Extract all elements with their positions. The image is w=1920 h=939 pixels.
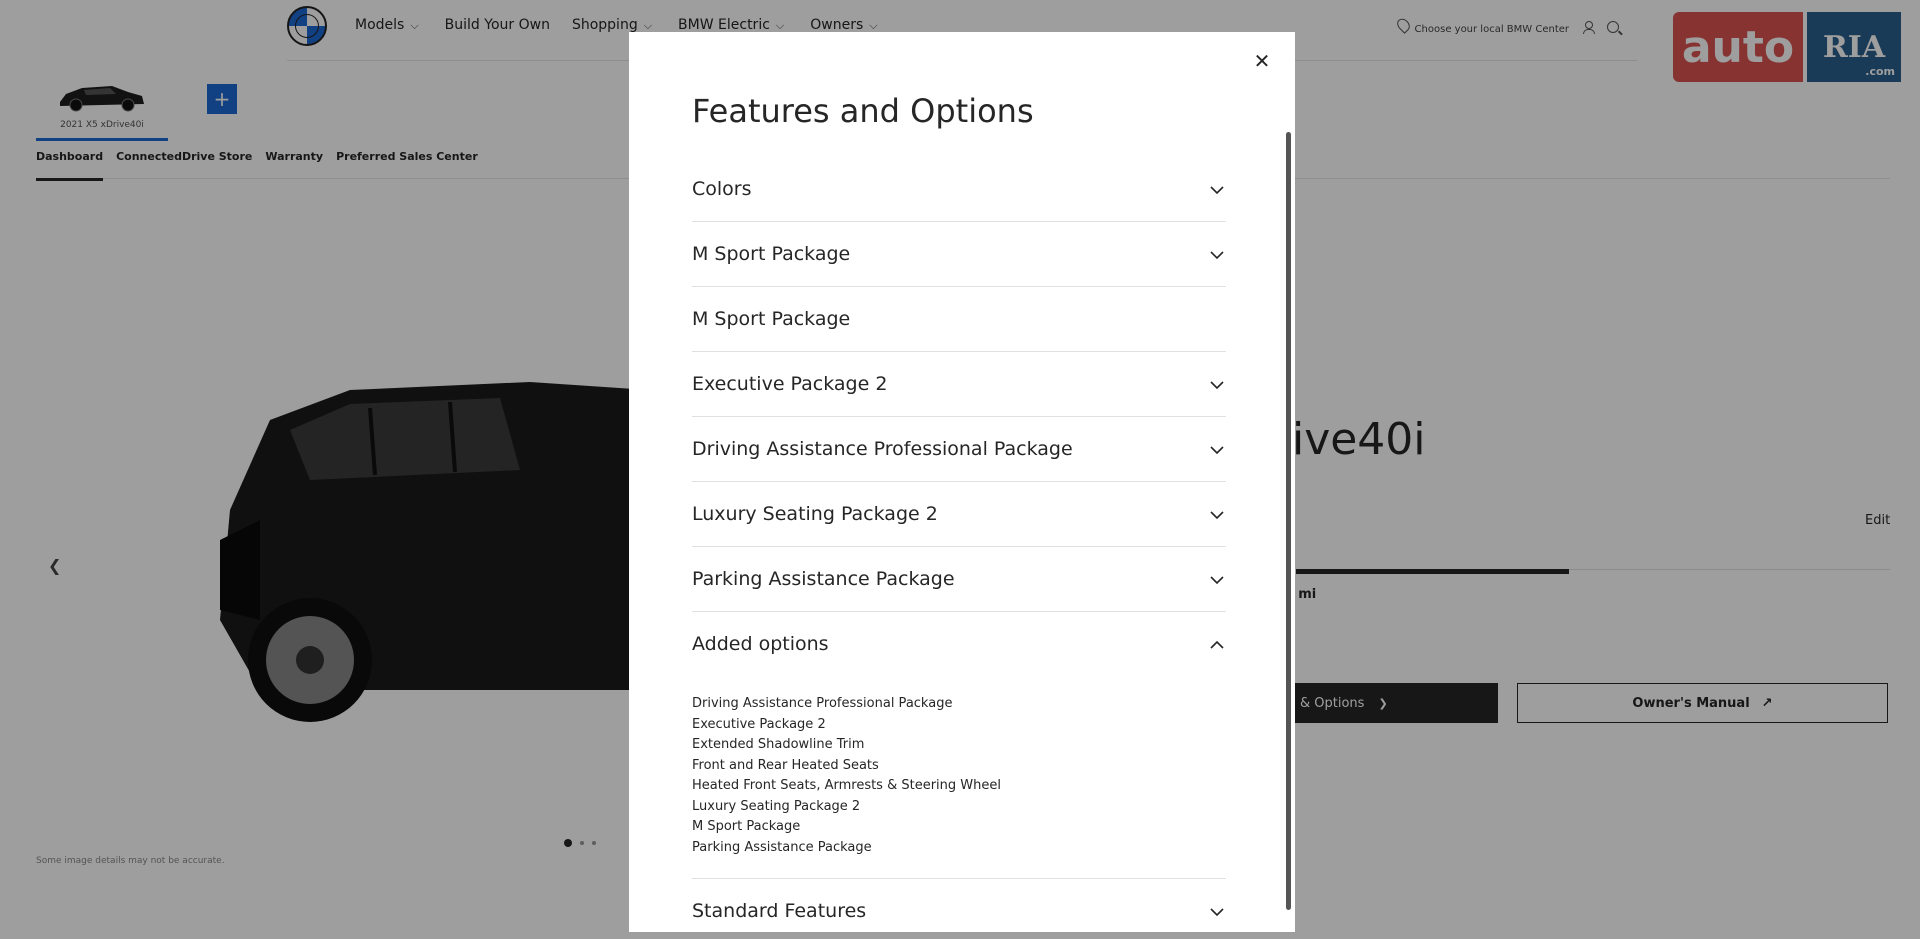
list-item: Parking Assistance Package: [692, 839, 872, 855]
list-item: Heated Front Seats, Armrests & Steering …: [692, 778, 1001, 793]
features-options-modal: ✕ Features and Options Colors M Sport Pa…: [629, 32, 1295, 932]
accordion-m-sport-package-plain: M Sport Package: [692, 287, 1226, 352]
chevron-up-icon: [1210, 638, 1224, 650]
list-item: Extended Shadowline Trim: [692, 737, 865, 752]
accordion-luxury-seating-package-2[interactable]: Luxury Seating Package 2: [692, 482, 1226, 547]
chevron-down-icon: [1210, 508, 1224, 520]
chevron-down-icon: [1210, 573, 1224, 585]
page: Models ⌵ Build Your Own Shopping ⌵ BMW Ele…: [0, 0, 1920, 939]
modal-title: Features and Options: [692, 92, 1034, 130]
chevron-down-icon: [1210, 443, 1224, 455]
accordion-m-sport-package[interactable]: M Sport Package: [692, 222, 1226, 287]
list-item: Driving Assistance Professional Package: [692, 696, 953, 711]
accordion-parking-assistance-package[interactable]: Parking Assistance Package: [692, 547, 1226, 612]
list-item: M Sport Package: [692, 819, 801, 834]
accordion: Colors M Sport Package M Sport Package E…: [692, 157, 1226, 932]
accordion-standard-features[interactable]: Standard Features: [692, 879, 1226, 932]
chevron-down-icon: [1210, 183, 1224, 195]
chevron-down-icon: [1210, 378, 1224, 390]
modal-scrollbar[interactable]: [1286, 132, 1291, 910]
list-item: Executive Package 2: [692, 716, 826, 732]
chevron-down-icon: [1210, 248, 1224, 260]
accordion-driving-assistance-professional[interactable]: Driving Assistance Professional Package: [692, 417, 1226, 482]
accordion-added-options[interactable]: Added options: [692, 612, 1226, 676]
list-item: Luxury Seating Package 2: [692, 798, 861, 814]
added-options-list: Driving Assistance Professional Package …: [692, 676, 1226, 879]
accordion-colors[interactable]: Colors: [692, 157, 1226, 222]
accordion-executive-package-2[interactable]: Executive Package 2: [692, 352, 1226, 417]
list-item: Front and Rear Heated Seats: [692, 757, 879, 773]
chevron-down-icon: [1210, 905, 1224, 917]
close-icon[interactable]: ✕: [1251, 49, 1273, 73]
